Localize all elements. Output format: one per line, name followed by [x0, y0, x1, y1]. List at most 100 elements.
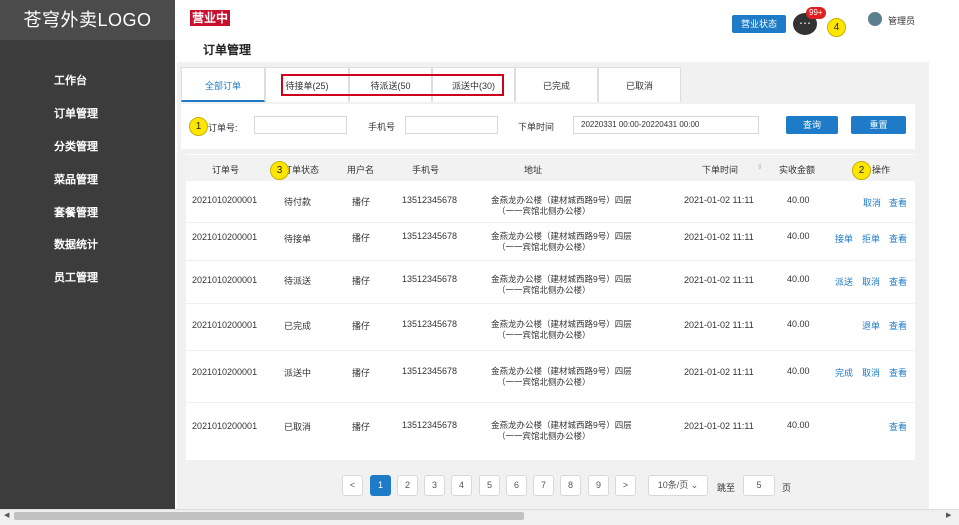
- page-suffix: 页: [782, 483, 792, 493]
- cell-time: 2021-01-02 11:11: [684, 232, 754, 242]
- cell-phone: 13512345678: [402, 420, 458, 430]
- goto-page-input[interactable]: 5: [743, 475, 775, 496]
- page-2[interactable]: 2: [397, 475, 418, 496]
- business-status-button[interactable]: 营业状态: [732, 15, 786, 33]
- cell-phone: 13512345678: [402, 319, 458, 329]
- app-logo: 苍穹外卖LOGO: [0, 0, 175, 40]
- sidebar-item-setmeals[interactable]: 套餐管理: [54, 204, 98, 220]
- header-amount: 实收金额: [779, 165, 816, 175]
- cell-amount: 40.00: [787, 274, 810, 284]
- cell-phone: 13512345678: [402, 195, 458, 205]
- header-order-time[interactable]: 下单时间: [702, 163, 738, 176]
- cell-amount: 40.00: [787, 195, 810, 205]
- view-link[interactable]: 查看: [889, 275, 907, 288]
- view-link[interactable]: 查看: [889, 420, 907, 433]
- goto-label: 跳至: [717, 483, 736, 493]
- cell-address-line2: （一一宾馆北侧办公楼）: [497, 330, 591, 340]
- cell-address-line2: （一一宾馆北侧办公楼）: [497, 285, 591, 295]
- page-1[interactable]: 1: [370, 475, 391, 496]
- sidebar: [0, 0, 175, 509]
- cell-order-no: 2021010200001: [192, 232, 258, 242]
- sidebar-item-employees[interactable]: 员工管理: [54, 269, 98, 285]
- sidebar-item-dishes[interactable]: 菜品管理: [54, 171, 98, 187]
- cancel-link[interactable]: 取消: [863, 196, 881, 209]
- reset-button[interactable]: 重置: [851, 116, 906, 134]
- scroll-right-arrow-icon[interactable]: ▶: [946, 511, 951, 519]
- cell-address-line2: （一一宾馆北侧办公楼）: [497, 431, 591, 441]
- admin-name[interactable]: 管理员: [888, 14, 915, 27]
- next-page-button[interactable]: >: [615, 475, 636, 496]
- phone-input[interactable]: [405, 116, 498, 134]
- header-username: 用户名: [347, 165, 375, 175]
- view-link[interactable]: 查看: [889, 319, 907, 332]
- refund-link[interactable]: 退单: [862, 319, 880, 332]
- dispatch-link[interactable]: 派送: [835, 275, 853, 288]
- cell-address-line1: 金燕龙办公楼（建材城西路9号）四层: [491, 195, 632, 205]
- header-address: 地址: [524, 165, 543, 175]
- annotation-marker-3: 3: [270, 161, 289, 180]
- prev-page-button[interactable]: <: [342, 475, 363, 496]
- cell-address-line2: （一一宾馆北侧办公楼）: [497, 377, 591, 387]
- cell-user: 播仔: [352, 197, 371, 207]
- cell-order-no: 2021010200001: [192, 275, 258, 285]
- page-9[interactable]: 9: [588, 475, 609, 496]
- complete-link[interactable]: 完成: [835, 366, 853, 379]
- scroll-left-arrow-icon[interactable]: ◀: [4, 511, 9, 519]
- cell-time: 2021-01-02 11:11: [684, 275, 754, 285]
- cell-phone: 13512345678: [402, 231, 458, 241]
- tab-cancelled[interactable]: 已取消: [598, 67, 681, 102]
- scrollbar-thumb[interactable]: [14, 512, 524, 520]
- view-link[interactable]: 查看: [889, 196, 907, 209]
- page-5[interactable]: 5: [479, 475, 500, 496]
- row-divider: [186, 222, 915, 223]
- row-divider: [186, 350, 915, 351]
- cell-status: 派送中: [284, 368, 312, 378]
- cell-status: 已取消: [284, 422, 312, 432]
- query-button[interactable]: 查询: [786, 116, 838, 134]
- cell-user: 播仔: [352, 422, 371, 432]
- tab-completed[interactable]: 已完成: [515, 67, 598, 102]
- cell-time: 2021-01-02 11:11: [684, 195, 754, 205]
- cell-status: 待接单: [284, 234, 312, 244]
- avatar[interactable]: [868, 12, 882, 26]
- cell-user: 播仔: [352, 233, 371, 243]
- sort-icon[interactable]: ⇕: [757, 163, 763, 171]
- page-8[interactable]: 8: [560, 475, 581, 496]
- page-6[interactable]: 6: [506, 475, 527, 496]
- message-badge: 99+: [806, 7, 826, 19]
- cell-address-line1: 金燕龙办公楼（建材城西路9号）四层: [491, 420, 632, 430]
- tab-all-orders[interactable]: 全部订单: [181, 67, 265, 102]
- reject-link[interactable]: 拒单: [862, 232, 880, 245]
- sidebar-item-categories[interactable]: 分类管理: [54, 138, 98, 154]
- cancel-link[interactable]: 取消: [862, 366, 880, 379]
- cell-time: 2021-01-02 11:11: [684, 320, 754, 330]
- cell-order-no: 2021010200001: [192, 421, 258, 431]
- sidebar-item-orders[interactable]: 订单管理: [54, 105, 98, 121]
- cell-time: 2021-01-02 11:11: [684, 421, 754, 431]
- order-time-range-input[interactable]: 20220331 00:00-20220431 00:00: [573, 116, 759, 134]
- view-link[interactable]: 查看: [889, 366, 907, 379]
- cell-order-no: 2021010200001: [192, 195, 258, 205]
- page-3[interactable]: 3: [424, 475, 445, 496]
- page-size-value: 10条/页: [657, 480, 689, 490]
- cancel-link[interactable]: 取消: [862, 275, 880, 288]
- cell-address-line2: （一一宾馆北侧办公楼）: [497, 206, 591, 216]
- sidebar-item-workbench[interactable]: 工作台: [54, 72, 87, 88]
- cell-address-line1: 金燕龙办公楼（建材城西路9号）四层: [491, 231, 632, 241]
- order-no-input[interactable]: [254, 116, 347, 134]
- sidebar-item-statistics[interactable]: 数据统计: [54, 236, 98, 252]
- cell-user: 播仔: [352, 368, 371, 378]
- cell-order-no: 2021010200001: [192, 367, 258, 377]
- shop-status-label: 营业中: [190, 10, 231, 26]
- accept-link[interactable]: 接单: [835, 232, 853, 245]
- view-link[interactable]: 查看: [889, 232, 907, 245]
- header-phone: 手机号: [412, 165, 440, 175]
- page-size-select[interactable]: 10条/页 ⌄: [648, 475, 708, 496]
- order-time-label: 下单时间: [518, 122, 555, 132]
- page-7[interactable]: 7: [533, 475, 554, 496]
- page-4[interactable]: 4: [451, 475, 472, 496]
- cell-address-line1: 金燕龙办公楼（建材城西路9号）四层: [491, 366, 632, 376]
- cell-status: 待付款: [284, 197, 312, 207]
- cell-amount: 40.00: [787, 420, 810, 430]
- cell-phone: 13512345678: [402, 366, 458, 376]
